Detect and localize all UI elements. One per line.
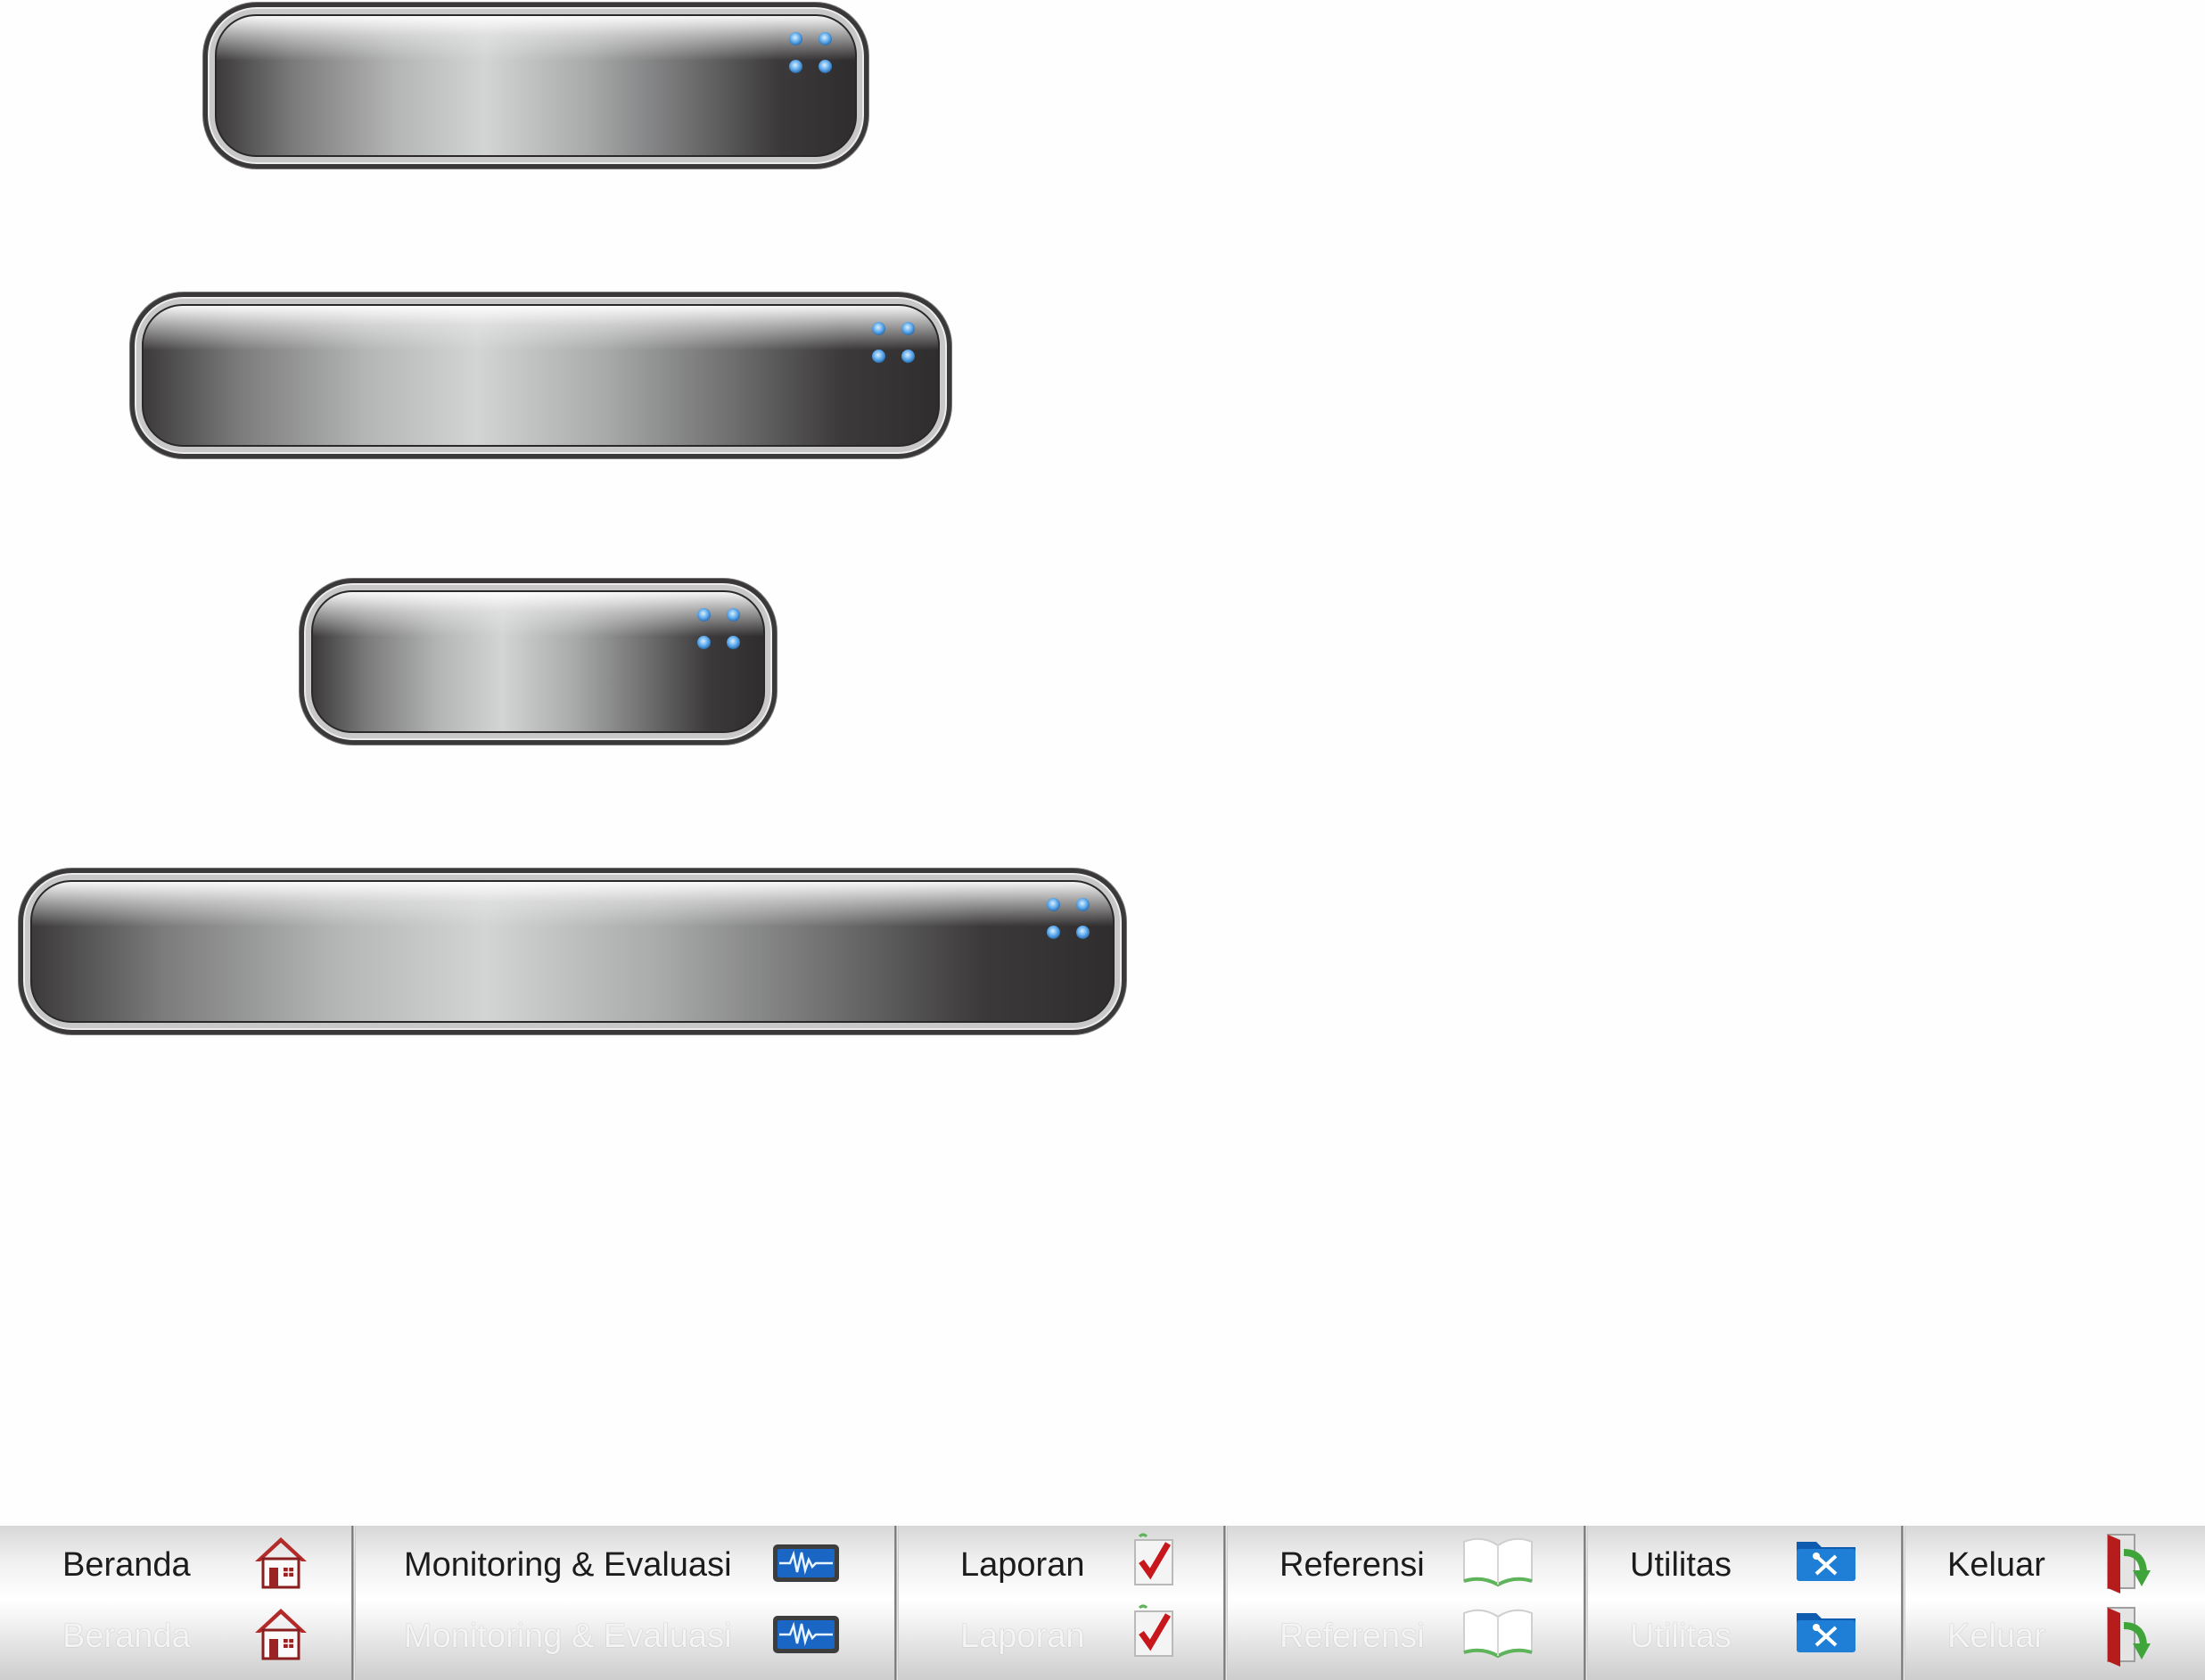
menu-separator [1584,1526,1588,1680]
indicator-dots-icon [1047,898,1093,939]
indicator-dots-icon [697,608,744,649]
open-book-icon [1463,1609,1533,1659]
menu-separator [1901,1526,1905,1680]
menu-item-label: Keluar [1947,1546,2045,1584]
open-book-icon [1463,1537,1533,1587]
home-icon [255,1609,307,1660]
checkbox-check-icon [1134,1533,1173,1585]
tools-folder-icon [1797,1613,1855,1652]
exit-door-icon [2107,1607,2151,1667]
menu-item-label: Beranda [62,1618,191,1655]
menu-separator [1223,1526,1228,1680]
menu-item-label: Laporan [960,1546,1085,1584]
menu-item-label: Referensi [1279,1618,1425,1655]
checkbox-check-icon [1134,1604,1173,1657]
glossy-button-face [215,14,857,157]
glossy-button-face [30,880,1115,1023]
glossy-button-face [142,304,940,447]
glossy-button-face [311,590,765,733]
home-icon [255,1537,307,1589]
menu-separator [894,1526,899,1680]
indicator-dots-icon [789,32,835,73]
menu-separator [351,1526,356,1680]
menu-item-label: Referensi [1279,1546,1425,1584]
menu-item-label: Monitoring & Evaluasi [404,1546,732,1584]
menu-item-label: Laporan [960,1618,1085,1655]
monitor-pulse-icon [773,1616,839,1653]
menu-item-label: Utilitas [1630,1546,1732,1584]
menu-item-label: Keluar [1947,1618,2045,1655]
glossy-button-3[interactable] [300,579,777,745]
glossy-button-1[interactable] [203,3,868,169]
exit-door-icon [2107,1534,2151,1594]
monitor-pulse-icon [773,1544,839,1582]
main-menu-bar: Beranda Monitoring & Evaluasi Laporan Re… [0,1526,2205,1680]
menu-item-label: Beranda [62,1546,191,1584]
indicator-dots-icon [872,322,918,363]
tools-folder-icon [1797,1542,1855,1581]
menu-item-label: Monitoring & Evaluasi [404,1618,732,1655]
glossy-button-2[interactable] [130,292,951,458]
glossy-button-4[interactable] [19,869,1126,1034]
menu-item-label: Utilitas [1630,1618,1732,1655]
